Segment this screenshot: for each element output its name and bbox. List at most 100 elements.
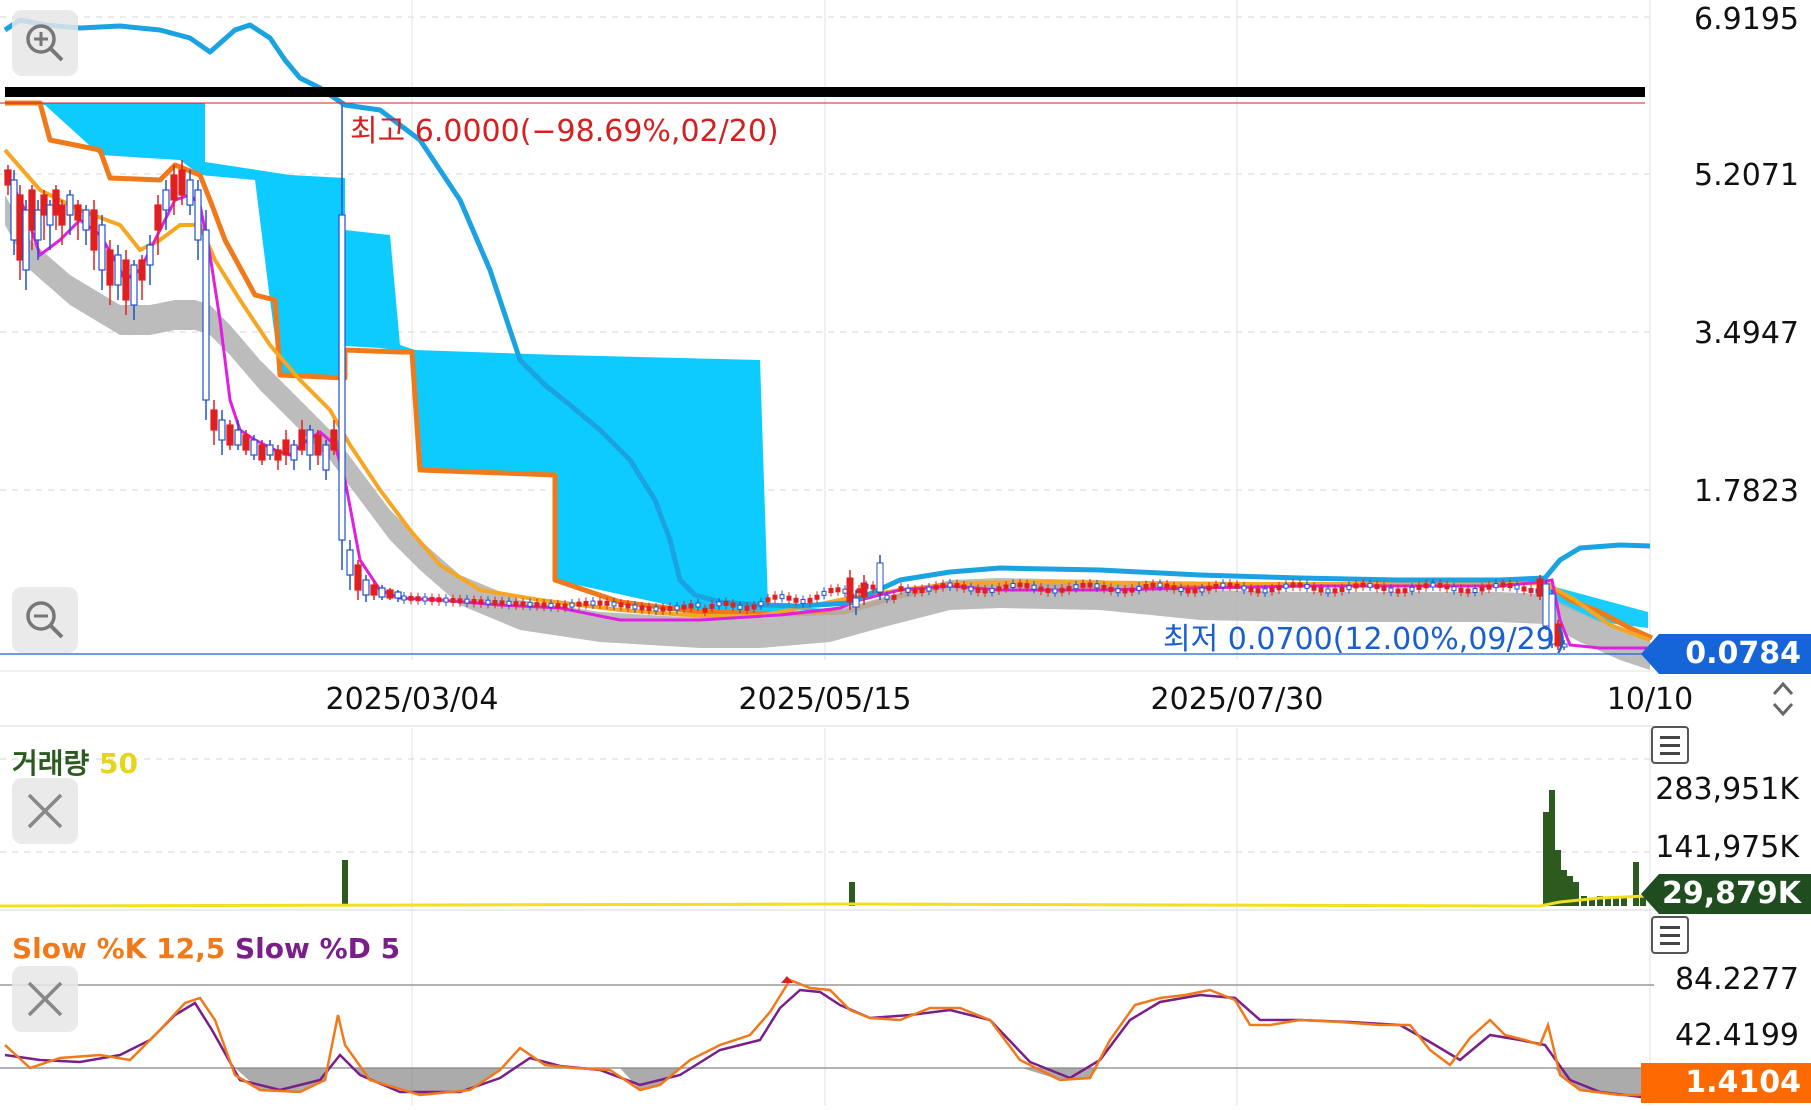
candle-body bbox=[702, 607, 708, 613]
candle-body bbox=[58, 204, 66, 226]
candle-body bbox=[10, 179, 18, 241]
candle-body bbox=[646, 606, 652, 612]
candle-body bbox=[218, 419, 226, 441]
candle-body bbox=[989, 587, 995, 593]
candle-body bbox=[422, 596, 428, 602]
candle-body bbox=[1430, 582, 1436, 588]
candle-body bbox=[779, 594, 785, 600]
candle-body bbox=[282, 439, 290, 456]
stochastic-title: Slow %K 12,5 Slow %D 5 bbox=[12, 932, 400, 965]
chart-stage: 6.9195 5.2071 3.4947 1.7823 0.0784 최고 6.… bbox=[0, 0, 1811, 1110]
candle-body bbox=[1164, 583, 1170, 589]
candle-body bbox=[632, 604, 638, 610]
candle-body bbox=[1479, 586, 1485, 592]
candle-body bbox=[1010, 583, 1016, 589]
candle-body bbox=[1227, 582, 1233, 588]
zoom-out-button[interactable] bbox=[12, 587, 78, 653]
candle-body bbox=[1276, 585, 1282, 591]
candle-body bbox=[1472, 588, 1478, 594]
candle-body bbox=[1318, 587, 1324, 593]
candle-body bbox=[786, 595, 792, 601]
candle-body bbox=[674, 605, 680, 611]
candle-body bbox=[170, 174, 178, 201]
candle-body bbox=[933, 584, 939, 590]
candle-body bbox=[298, 429, 306, 451]
candle-body bbox=[306, 429, 314, 456]
volume-title: 거래량 50 bbox=[12, 742, 138, 782]
candle-body bbox=[723, 600, 729, 606]
close-volume-button[interactable] bbox=[12, 778, 78, 844]
candle-body bbox=[1514, 584, 1520, 590]
candle-body bbox=[534, 602, 540, 608]
volume-bar bbox=[1573, 882, 1579, 906]
candle-body bbox=[1248, 587, 1254, 593]
close-volume-icon bbox=[27, 793, 63, 829]
stoch-tick: 42.4199 bbox=[1674, 1018, 1799, 1053]
candle-body bbox=[274, 449, 282, 461]
candle-body bbox=[604, 600, 610, 606]
stoch-d-label: Slow %D 5 bbox=[234, 932, 401, 965]
candle-body bbox=[590, 600, 596, 606]
volume-menu-button[interactable] bbox=[1651, 726, 1689, 764]
zoom-in-button[interactable] bbox=[12, 10, 78, 76]
candle-body bbox=[90, 209, 98, 251]
candle-body bbox=[1437, 582, 1443, 588]
scroll-arrows-icon[interactable] bbox=[1768, 676, 1798, 722]
candle-body bbox=[266, 444, 274, 456]
candle-body bbox=[618, 602, 624, 608]
candle-body bbox=[541, 602, 547, 608]
candle-body bbox=[210, 409, 218, 431]
candle-body bbox=[912, 588, 918, 594]
volume-bar bbox=[342, 860, 348, 906]
candle-body bbox=[138, 259, 146, 281]
candle-body bbox=[846, 577, 854, 603]
candle-body bbox=[1045, 588, 1051, 594]
candle-body bbox=[860, 582, 868, 598]
candle-body bbox=[346, 549, 354, 576]
candle-body bbox=[450, 597, 456, 603]
candle-body bbox=[583, 600, 589, 606]
candle-body bbox=[1101, 585, 1107, 591]
candle-body bbox=[499, 600, 505, 606]
candle-body bbox=[821, 590, 827, 596]
candle-body bbox=[1059, 587, 1065, 593]
candle-body bbox=[378, 587, 386, 598]
price-tick: 1.7823 bbox=[1694, 474, 1799, 509]
low-annotation: 최저 0.0700(12.00%,09/29) bbox=[1163, 622, 1567, 657]
candle-body bbox=[4, 169, 12, 186]
candle-body bbox=[772, 594, 778, 600]
candle-body bbox=[954, 583, 960, 589]
volume-bar bbox=[849, 882, 855, 906]
candle-body bbox=[611, 601, 617, 607]
candle-body bbox=[1360, 582, 1366, 588]
candle-body bbox=[386, 589, 394, 599]
candle-body bbox=[464, 598, 470, 604]
candle-body bbox=[765, 597, 771, 603]
candle-body bbox=[202, 229, 210, 401]
volume-tick: 141,975K bbox=[1655, 830, 1799, 865]
close-stochastic-button[interactable] bbox=[12, 966, 78, 1032]
volume-bar bbox=[1621, 898, 1627, 906]
candle-body bbox=[1052, 588, 1058, 594]
candle-body bbox=[1486, 584, 1492, 590]
candle-body bbox=[1332, 588, 1338, 594]
candle-body bbox=[478, 599, 484, 605]
candle-body bbox=[905, 587, 911, 593]
price-tick: 3.4947 bbox=[1694, 316, 1799, 351]
candle-body bbox=[66, 194, 74, 216]
candle-body bbox=[370, 584, 378, 596]
candle-body bbox=[362, 579, 370, 596]
candle-body bbox=[576, 601, 582, 607]
candle-body bbox=[1157, 582, 1163, 588]
candle-body bbox=[1108, 586, 1114, 592]
candle-body bbox=[695, 602, 701, 608]
candle-body bbox=[1325, 588, 1331, 594]
candle-body bbox=[154, 204, 162, 231]
stochastic-menu-button[interactable] bbox=[1651, 916, 1689, 954]
candle-body bbox=[1206, 585, 1212, 591]
candle-body bbox=[1353, 583, 1359, 589]
candle-body bbox=[338, 214, 346, 541]
candle-body bbox=[1290, 582, 1296, 588]
candle-body bbox=[1451, 586, 1457, 592]
candle-body bbox=[1129, 587, 1135, 593]
